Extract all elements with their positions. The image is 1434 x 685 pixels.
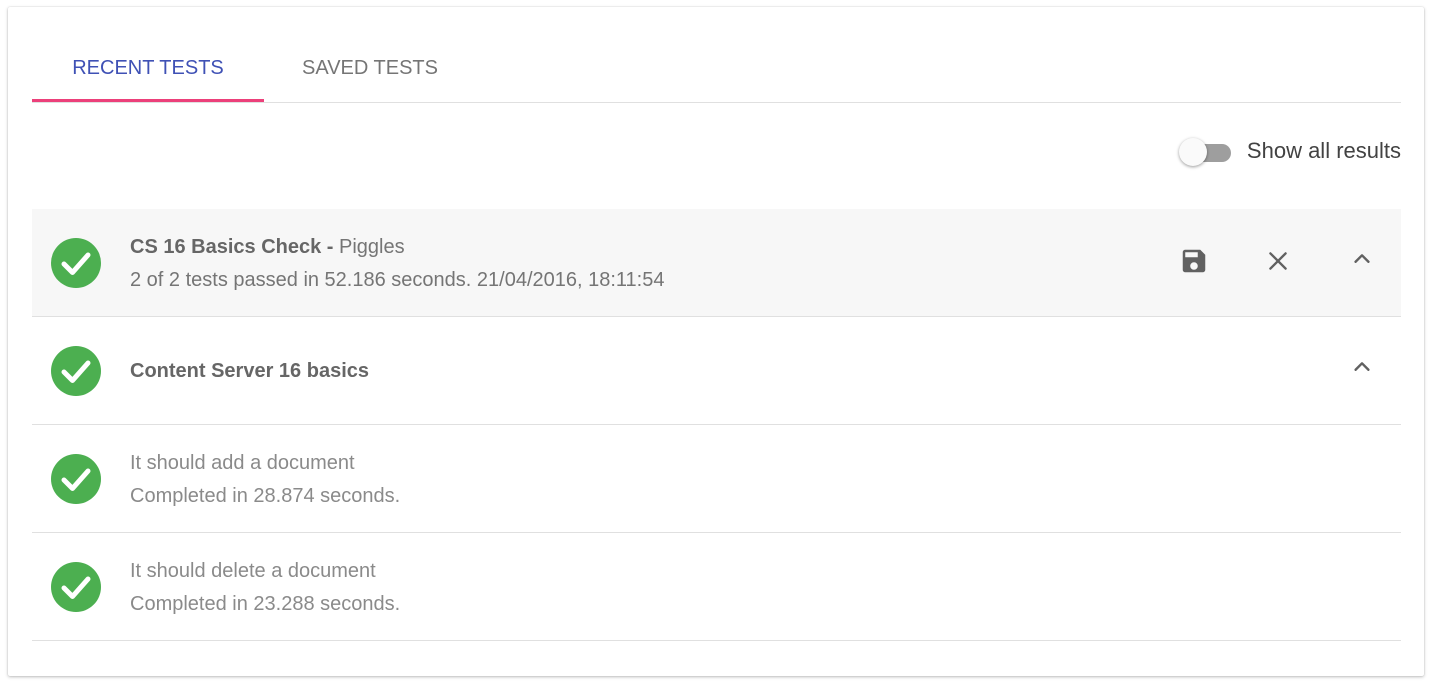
chevron-up-icon [1354,362,1370,371]
test-name: It should delete a document [130,560,376,582]
tab-saved-tests[interactable]: SAVED TESTS [264,35,476,102]
check-circle-icon [51,454,101,504]
test-row[interactable]: It should delete a document Completed in… [32,533,1401,641]
test-results-card: RECENT TESTS SAVED TESTS Show all result… [8,7,1424,676]
suite-text: CS 16 Basics Check - Piggles 2 of 2 test… [130,233,664,294]
group-title: Content Server 16 basics [130,359,369,382]
test-result: Completed in 28.874 seconds. [130,485,401,507]
collapse-group-button[interactable] [1338,343,1386,391]
suite-row[interactable]: CS 16 Basics Check - Piggles 2 of 2 test… [32,209,1401,317]
check-circle-icon [51,346,101,396]
collapse-suite-button[interactable] [1338,235,1386,283]
tab-recent-tests[interactable]: RECENT TESTS [32,35,264,102]
show-all-results-row: Show all results [1178,135,1401,167]
save-icon [1182,249,1206,273]
suite-title: CS 16 Basics Check [130,236,322,258]
test-text: It should delete a document Completed in… [130,557,400,618]
tab-bar: RECENT TESTS SAVED TESTS [32,35,1401,103]
check-circle-icon [51,238,101,288]
toggle-thumb[interactable] [1178,138,1207,166]
save-button[interactable] [1170,237,1218,285]
close-icon [1269,252,1287,270]
active-tab-indicator [32,99,264,102]
group-text: Content Server 16 basics [130,317,369,424]
test-text: It should add a document Completed in 28… [130,449,400,510]
test-result: Completed in 23.288 seconds. [130,593,401,615]
group-row[interactable]: Content Server 16 basics [32,317,1401,425]
suite-owner: Piggles [339,236,405,258]
test-row[interactable]: It should add a document Completed in 28… [32,425,1401,533]
test-name: It should add a document [130,452,355,474]
check-circle-icon [51,562,101,612]
suite-separator: - [321,236,340,258]
chevron-up-icon [1354,254,1370,263]
show-all-results-toggle[interactable] [1178,135,1233,167]
suite-summary: 2 of 2 tests passed in 52.186 seconds. 2… [130,269,665,291]
suite-title-line: CS 16 Basics Check - Piggles [130,233,664,261]
show-all-results-label: Show all results [1246,138,1401,163]
remove-result-button[interactable] [1254,237,1302,285]
